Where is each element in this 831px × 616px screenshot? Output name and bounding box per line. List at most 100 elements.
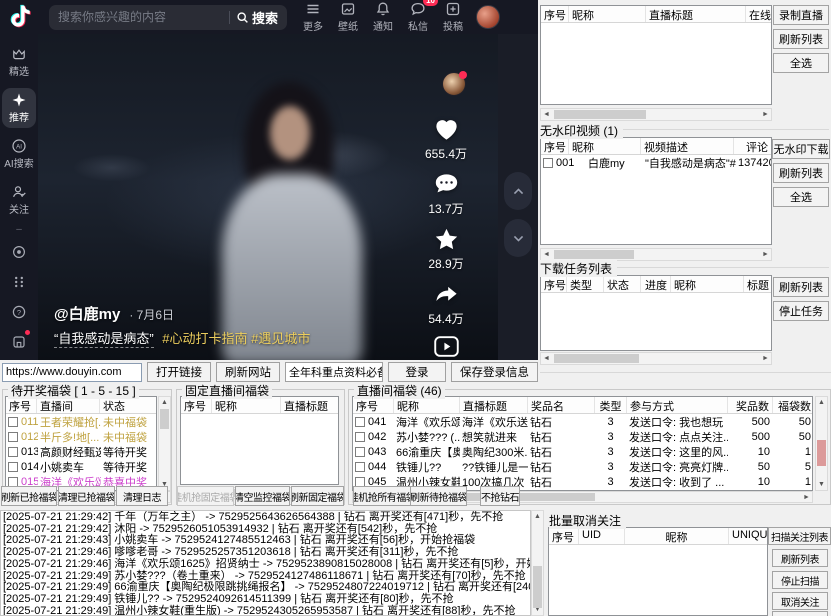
col-id[interactable]: 序号 [353, 397, 394, 413]
col-desc[interactable]: 视频描述 [641, 138, 734, 154]
scan-follow-list-button[interactable]: 扫描关注列表 [768, 527, 831, 545]
auto-grab-all-bags-button[interactable]: 挂机抢所有福袋 [353, 486, 411, 506]
live-pendant-avatar[interactable] [442, 72, 466, 96]
refresh-list-button[interactable]: 刷新列表 [773, 29, 829, 49]
refresh-list-button[interactable]: 刷新列表 [772, 549, 828, 567]
caption-hashtags[interactable]: #心动打卡指南 #遇见城市 [162, 331, 310, 346]
row-checkbox[interactable] [8, 477, 18, 487]
table-row[interactable]: 012半斤多!地[...未中福袋 [6, 429, 156, 444]
col-online[interactable]: 在线 [746, 6, 772, 22]
col-nick[interactable]: 昵称 [569, 6, 646, 22]
scroll-thumb[interactable] [554, 354, 639, 363]
col-id[interactable]: 序号 [181, 397, 212, 413]
scroll-up-icon[interactable]: ▲ [159, 397, 170, 408]
scroll-thumb[interactable] [554, 250, 634, 259]
col-id[interactable]: 序号 [541, 276, 567, 292]
collapse-dash-icon[interactable]: – [16, 226, 22, 234]
nav-wallpaper[interactable]: 壁纸 [338, 1, 358, 33]
col-type[interactable]: 类型 [595, 397, 627, 413]
save-login-button[interactable]: 保存登录信息 [451, 362, 538, 382]
scroll-thumb[interactable] [533, 566, 542, 608]
like-button[interactable] [433, 116, 460, 143]
scroll-thumb[interactable] [817, 440, 826, 466]
row-checkbox[interactable] [355, 462, 365, 472]
col-prize[interactable]: 奖品名 [528, 397, 595, 413]
table-row[interactable]: 044铁锤儿????铁锤儿是一...钻石3发送口令: 亮亮灯牌...505 [353, 459, 812, 474]
col-nick[interactable]: 昵称 [625, 528, 729, 544]
scroll-up-icon[interactable]: ▲ [816, 397, 827, 408]
stop-scan-button[interactable]: 停止扫描 [772, 571, 828, 589]
nav-more[interactable]: 更多 [303, 1, 323, 33]
col-id[interactable]: 序号 [549, 528, 579, 544]
row-checkbox[interactable] [355, 432, 365, 442]
row-checkbox[interactable] [8, 447, 18, 457]
profile-select[interactable]: 全年科重点资料必备 ▼ [285, 362, 383, 382]
table-row[interactable]: 013高颜财经甄选等待开奖 [6, 444, 156, 459]
col-id[interactable]: 序号 [541, 138, 569, 154]
col-title[interactable]: 直播标题 [460, 397, 528, 413]
col-nick[interactable]: 昵称 [569, 138, 641, 154]
row-checkbox[interactable] [355, 477, 365, 487]
douyin-logo-icon[interactable] [7, 3, 35, 31]
clear-log-button[interactable]: 清理日志 [116, 486, 168, 506]
auto-grab-fixed-bags-button[interactable]: 挂机抢固定福袋 [177, 486, 234, 506]
col-bag-count[interactable]: 福袋数 [773, 397, 813, 413]
table-row[interactable]: 042苏小婪??? (...想笑就进来钻石3发送口令: 点点关注...50050 [353, 429, 812, 444]
table-row[interactable]: 04366渝重庆【奥...奥陶纪300米...钻石3发送口令: 这里的风...1… [353, 444, 812, 459]
col-nick[interactable]: 昵称 [671, 276, 744, 292]
scroll-left-icon[interactable]: ◄ [541, 353, 552, 364]
col-status[interactable]: 状态 [100, 397, 156, 413]
scroll-right-icon[interactable]: ► [760, 109, 771, 120]
col-room[interactable]: 直播间 [37, 397, 100, 413]
cancel-follow-button[interactable]: 取消关注 [772, 592, 828, 610]
col-comments[interactable]: 评论 [734, 138, 771, 154]
next-video-button[interactable] [504, 219, 532, 257]
col-progress[interactable]: 进度 [641, 276, 671, 292]
clear-grabbed-bags-button[interactable]: 清理已抢福袋 [58, 486, 115, 506]
feedback-panel-icon[interactable] [11, 330, 27, 354]
scroll-up-icon[interactable]: ▲ [532, 511, 543, 522]
col-title[interactable]: 直播标题 [281, 397, 338, 413]
scroll-thumb[interactable] [554, 110, 646, 119]
scroll-down-icon[interactable]: ▼ [816, 479, 827, 490]
help-icon[interactable]: ? [11, 300, 27, 324]
col-unique[interactable]: UNIQUE [729, 528, 768, 544]
table-row[interactable]: 041海洋《欢乐颂...海洋《欢乐送...钻石3发送口令: 我也想玩50050 [353, 414, 812, 429]
col-id[interactable]: 序号 [6, 397, 37, 413]
col-title[interactable]: 标题 [744, 276, 771, 292]
url-input[interactable] [2, 363, 142, 382]
refresh-fixed-bags-button[interactable]: 刷新固定福袋 [291, 486, 344, 506]
refresh-pending-bags-button[interactable]: 刷新待抢福袋 [410, 486, 467, 506]
refresh-list-button[interactable]: 刷新列表 [773, 163, 829, 183]
table-row[interactable]: 001 白鹿my "自我感动是病态"#... 137420 [541, 155, 771, 170]
sidebar-item-following[interactable]: 关注 [2, 180, 36, 220]
col-title[interactable]: 直播标题 [646, 6, 746, 22]
no-watermark-download-button[interactable]: 无水印下载 [772, 139, 830, 159]
table-row[interactable]: 011王者荣耀抢[...未中福袋 [6, 414, 156, 429]
col-nick[interactable]: 昵称 [394, 397, 460, 413]
restore-follow-button[interactable]: 恢复关注 [772, 611, 828, 616]
nav-notifications[interactable]: 通知 [373, 1, 393, 33]
scroll-left-icon[interactable]: ◄ [541, 249, 552, 260]
activity-log[interactable]: [2025-07-21 21:29:42] 千年（万年之主） -> 752952… [0, 510, 531, 616]
nav-upload[interactable]: 投稿 [443, 1, 463, 33]
select-all-button[interactable]: 全选 [773, 187, 829, 207]
sidebar-item-ai-search[interactable]: AI AI搜索 [2, 134, 36, 174]
open-link-button[interactable]: 打开链接 [147, 362, 211, 382]
row-checkbox[interactable] [355, 417, 365, 427]
refresh-grabbed-bags-button[interactable]: 刷新已抢福袋 [1, 486, 57, 506]
user-avatar[interactable] [476, 5, 500, 29]
col-method[interactable]: 参与方式 [627, 397, 728, 413]
col-prize-count[interactable]: 奖品数 [728, 397, 773, 413]
comment-button[interactable] [433, 171, 460, 198]
row-checkbox[interactable] [8, 432, 18, 442]
previous-video-button[interactable] [504, 172, 532, 210]
search-input[interactable] [58, 10, 223, 24]
select-all-button[interactable]: 全选 [773, 53, 829, 73]
video-player[interactable]: 655.4万 13.7万 28.9万 54.4万 看相关 ··· [38, 34, 498, 360]
col-type[interactable]: 类型 [567, 276, 604, 292]
search-button[interactable]: 搜索 [236, 8, 278, 27]
clear-monitor-bags-button[interactable]: 清空监控福袋 [235, 486, 290, 506]
nav-messages[interactable]: 10 私信 [408, 1, 428, 33]
refresh-list-button[interactable]: 刷新列表 [773, 277, 829, 297]
